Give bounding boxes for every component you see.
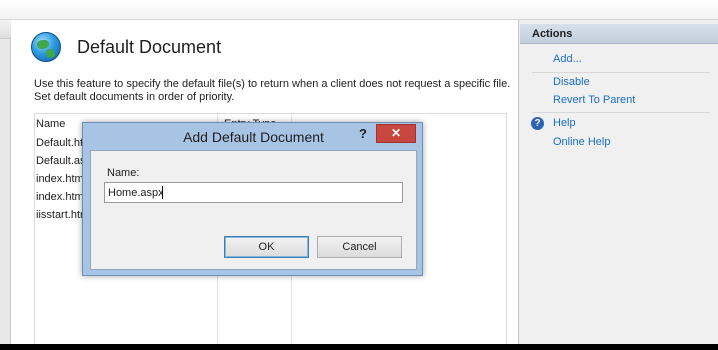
connections-pane-header bbox=[0, 20, 11, 39]
action-disable[interactable]: Disable bbox=[553, 76, 590, 88]
actions-pane: Actions Add... Disable Revert To Parent … bbox=[520, 20, 718, 350]
dialog-title: Add Default Document bbox=[183, 129, 324, 145]
close-icon[interactable]: ✕ bbox=[376, 124, 416, 143]
name-input[interactable] bbox=[104, 182, 403, 203]
action-help[interactable]: Help bbox=[553, 117, 576, 129]
action-separator bbox=[532, 112, 710, 113]
actions-header-label: Actions bbox=[532, 28, 573, 40]
dialog-help-button[interactable]: ? bbox=[357, 126, 369, 141]
action-revert-to-parent[interactable]: Revert To Parent bbox=[553, 94, 635, 106]
text-caret bbox=[162, 186, 163, 199]
ok-button[interactable]: OK bbox=[224, 236, 309, 258]
add-default-document-dialog: Add Default Document ? ✕ Name: OK Cancel bbox=[82, 122, 423, 276]
action-add[interactable]: Add... bbox=[553, 53, 582, 65]
globe-icon bbox=[31, 32, 61, 62]
feature-description: Use this feature to specify the default … bbox=[34, 78, 511, 103]
help-icon: ? bbox=[531, 117, 544, 130]
dialog-body: Name: OK Cancel bbox=[90, 150, 417, 270]
action-separator bbox=[532, 72, 710, 73]
bottom-edge bbox=[0, 344, 718, 350]
top-toolbar-strip bbox=[0, 0, 718, 20]
connections-pane-edge bbox=[0, 20, 11, 350]
page-title: Default Document bbox=[77, 37, 222, 57]
action-online-help[interactable]: Online Help bbox=[553, 136, 610, 148]
actions-header: Actions bbox=[520, 24, 718, 44]
column-header-name[interactable]: Name bbox=[36, 118, 65, 130]
name-label: Name: bbox=[107, 167, 140, 179]
cancel-button[interactable]: Cancel bbox=[317, 236, 402, 258]
